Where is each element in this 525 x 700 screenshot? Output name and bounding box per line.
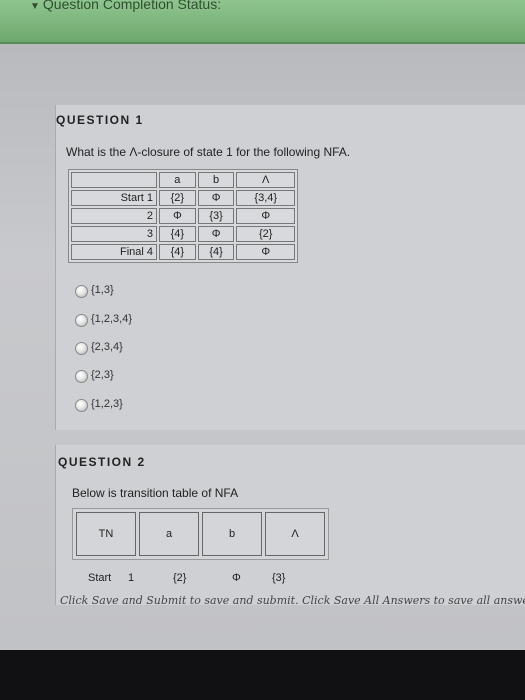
option-label: {1,3} [91,284,114,296]
table-cell: {2} [173,572,187,584]
nfa-transition-table: a b Λ Start 1 {2} Φ {3,4} 2 Φ {3} Φ 3 {4… [68,169,298,263]
bottom-bar [0,650,525,700]
radio-button[interactable] [75,285,88,298]
table-cell: {3} [197,208,235,224]
table-cell: Φ [197,190,235,206]
question-2-heading: QUESTION 2 [58,455,146,469]
state-number: 1 [128,572,135,584]
table-row: Final 4 {4} {4} Φ [71,244,295,260]
option-label: {2,3} [91,369,114,381]
question-1-prompt: What is the Λ-closure of state 1 for the… [66,145,351,159]
state-cell: Start [88,572,112,584]
table-row: 3 {4} Φ {2} [71,226,295,242]
header-cell: a [159,172,196,188]
header-cell [71,172,157,188]
header-cell: Λ [236,172,295,188]
header-cell: b [197,172,235,188]
status-banner: ▼ Question Completion Status: [0,0,525,44]
question-1-heading: QUESTION 1 [56,113,144,127]
table-cell: {2} [236,226,295,242]
header-cell: TN [76,512,136,556]
option-label: {2,3,4} [91,341,123,353]
table-cell: {2} [159,190,196,206]
header-cell: Λ [265,512,325,556]
nfa-table-question-2: TN a b Λ [72,508,329,560]
radio-button[interactable] [75,399,88,412]
option-label: {1,2,3} [91,398,123,410]
header-cell: a [139,512,199,556]
option-label: {1,2,3,4} [91,313,132,325]
table-header-row: a b Λ [71,172,295,188]
state-cell: Start 1 [71,190,157,206]
table-row: Start 1 {2} Φ {3,4} [71,190,295,206]
radio-button[interactable] [75,314,88,327]
submit-hint: Click Save and Submit to save and submit… [60,594,525,607]
expand-caret-icon[interactable]: ▼ [30,1,40,12]
question-completion-status[interactable]: ▼ Question Completion Status: [30,0,221,12]
banner-label-text: Question Completion Status: [42,0,222,12]
table-row: 2 Φ {3} Φ [71,208,295,224]
table-cell: {4} [159,244,196,260]
table-cell: Φ [236,244,295,260]
radio-button[interactable] [75,342,88,355]
table-cell: {3,4} [236,190,295,206]
table-cell: Φ [197,226,235,242]
table-cell: {4} [197,244,235,260]
question-2-prompt: Below is transition table of NFA [72,486,239,500]
table-cell: {4} [159,226,196,242]
state-cell: Final 4 [71,244,157,260]
table-cell: Φ [232,572,241,584]
table-cell: {3} [272,572,286,584]
table-header-row: TN a b Λ [76,512,325,556]
radio-button[interactable] [75,370,88,383]
table-cell: Φ [159,208,196,224]
table-cell: Φ [236,208,295,224]
state-cell: 3 [71,226,157,242]
state-cell: 2 [71,208,157,224]
header-cell: b [202,512,262,556]
